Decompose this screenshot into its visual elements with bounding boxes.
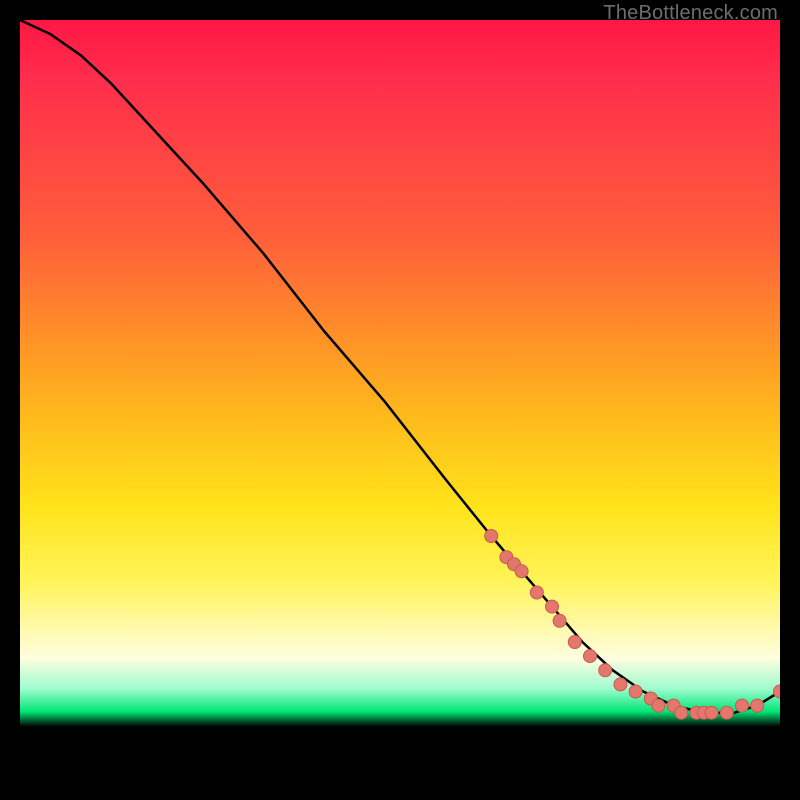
chart-frame: TheBottleneck.com: [0, 0, 800, 800]
plot-area: [20, 20, 780, 780]
watermark-text: TheBottleneck.com: [603, 2, 778, 25]
